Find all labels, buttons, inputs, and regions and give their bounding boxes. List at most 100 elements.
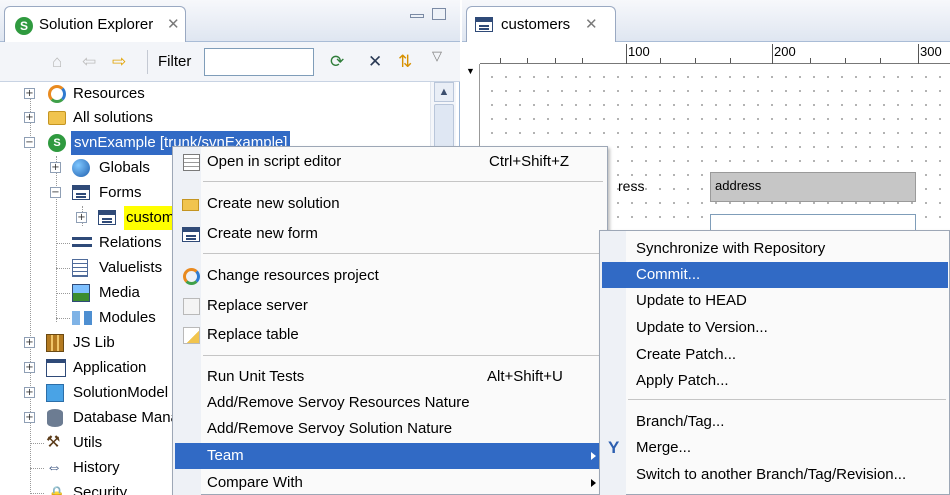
expand-icon[interactable]: +: [50, 162, 61, 173]
collapse-all-icon[interactable]: ✕: [368, 52, 382, 72]
servoy-solution-icon: S: [15, 17, 33, 35]
collapse-icon[interactable]: −: [24, 137, 35, 148]
menu-item-compare-with[interactable]: Compare With: [175, 470, 605, 495]
expand-icon[interactable]: +: [24, 88, 35, 99]
menu-item-label: Add/Remove Servoy Resources Nature: [207, 394, 470, 411]
menu-item-servoy-solution-nature[interactable]: Add/Remove Servoy Solution Nature: [175, 416, 605, 442]
tree-label: Globals: [99, 159, 150, 176]
tab-solution-explorer[interactable]: S Solution Explorer ✕: [4, 6, 186, 42]
close-icon[interactable]: ✕: [585, 15, 598, 33]
tree-label: JS Lib: [73, 334, 115, 351]
ruler-tick: [730, 58, 731, 63]
tree-guide: [56, 318, 70, 319]
resources-icon: [48, 85, 66, 103]
tree-item-resources[interactable]: + Resources: [0, 82, 430, 106]
ruler-tick: [555, 58, 556, 63]
expand-icon[interactable]: +: [24, 337, 35, 348]
table-icon: [183, 327, 200, 344]
tree-item-all-solutions[interactable]: + All solutions: [0, 106, 430, 130]
menu-item-servoy-resources-nature[interactable]: Add/Remove Servoy Resources Nature: [175, 390, 605, 416]
menu-item-create-new-solution[interactable]: Create new solution: [175, 191, 605, 217]
menu-item-label: Apply Patch...: [636, 372, 729, 389]
home-icon[interactable]: ⌂: [52, 52, 62, 72]
submenu-arrow-icon: [591, 479, 596, 487]
script-editor-icon: [183, 154, 200, 171]
minimize-icon[interactable]: [410, 14, 424, 18]
menu-separator: [203, 181, 603, 182]
lock-icon: 🔒: [48, 485, 66, 495]
menu-item-open-script-editor[interactable]: Open in script editor Ctrl+Shift+Z: [175, 149, 605, 175]
tree-guide: [30, 443, 44, 444]
expand-icon[interactable]: +: [24, 112, 35, 123]
menu-item-update-to-head[interactable]: Update to HEAD: [602, 288, 948, 314]
tree-label: History: [73, 459, 120, 476]
menu-item-label: Branch/Tag...: [636, 413, 725, 430]
menu-item-apply-patch[interactable]: Apply Patch...: [602, 368, 948, 394]
modules-icon: [72, 311, 92, 325]
expand-icon[interactable]: +: [24, 412, 35, 423]
menu-item-label: Create Patch...: [636, 346, 737, 363]
menu-item-shortcut: Alt+Shift+U: [487, 368, 563, 385]
tab-customers[interactable]: customers ✕: [466, 6, 616, 42]
valuelist-icon: [72, 259, 88, 277]
menu-item-synchronize[interactable]: Synchronize with Repository: [602, 236, 948, 262]
close-icon[interactable]: ✕: [167, 15, 180, 33]
menu-separator: [203, 253, 603, 254]
menu-item-change-resources-project[interactable]: Change resources project: [175, 263, 605, 289]
folder-open-icon: [182, 199, 199, 211]
menu-item-replace-server[interactable]: Replace server: [175, 293, 605, 319]
menu-separator: [203, 355, 603, 356]
application-icon: [46, 359, 66, 377]
view-menu-icon[interactable]: ▽: [432, 48, 442, 64]
tools-icon: ⚒: [46, 434, 61, 451]
tree-guide: [56, 268, 70, 269]
sync-icon[interactable]: ⟳: [330, 52, 344, 72]
link-editor-icon[interactable]: ⇅: [398, 52, 412, 72]
menu-item-run-unit-tests[interactable]: Run Unit Tests Alt+Shift+U: [175, 364, 605, 390]
expand-icon[interactable]: +: [24, 362, 35, 373]
explorer-toolbar: ⌂ ⇦ ⇨ Filter ⟳ ✕ ⇅ ▽: [0, 42, 460, 82]
menu-item-update-to-version[interactable]: Update to Version...: [602, 315, 948, 341]
menu-item-create-patch[interactable]: Create Patch...: [602, 342, 948, 368]
menu-item-label: Change resources project: [207, 267, 379, 284]
expand-icon[interactable]: +: [76, 212, 87, 223]
history-icon: ⇔: [46, 459, 62, 476]
forms-icon: [72, 185, 90, 200]
ruler-tick: [660, 58, 661, 63]
menu-item-team[interactable]: Team: [175, 443, 605, 469]
library-icon: [46, 334, 64, 352]
filter-input[interactable]: [204, 48, 314, 76]
menu-item-label: Merge...: [636, 439, 692, 456]
menu-item-merge[interactable]: Y Merge...: [602, 435, 948, 461]
submenu-arrow-icon: [591, 452, 596, 460]
back-icon[interactable]: ⇦: [82, 52, 96, 72]
menu-item-label: Run Unit Tests: [207, 368, 305, 385]
ruler-tick: [845, 58, 846, 63]
menu-item-label: Switch to another Branch/Tag/Revision...: [636, 466, 907, 483]
server-icon: [183, 298, 200, 315]
menu-item-replace-table[interactable]: Replace table: [175, 322, 605, 348]
tree-label: Security: [73, 484, 128, 495]
ruler-label: 100: [628, 44, 650, 59]
forward-icon[interactable]: ⇨: [112, 52, 126, 72]
menu-item-branch-tag[interactable]: Branch/Tag...: [602, 409, 948, 435]
menu-item-label: Compare With: [207, 474, 303, 491]
expand-icon[interactable]: +: [24, 387, 35, 398]
ruler-label: 300: [920, 44, 942, 59]
folder-icon: [48, 111, 66, 125]
collapse-icon[interactable]: −: [50, 187, 61, 198]
tree-guide: [30, 468, 44, 469]
scroll-up-icon[interactable]: ▲: [434, 82, 454, 102]
media-icon: [72, 284, 90, 302]
field-label[interactable]: ress: [618, 178, 644, 194]
menu-item-commit[interactable]: Commit...: [602, 262, 948, 288]
menu-item-create-new-form[interactable]: Create new form: [175, 221, 605, 247]
address-field[interactable]: address: [710, 172, 916, 202]
form-icon: [475, 17, 493, 32]
menu-item-label: Replace table: [207, 326, 299, 343]
tree-label: Relations: [99, 234, 162, 251]
ruler-tick: [626, 44, 627, 64]
menu-item-switch-branch[interactable]: Switch to another Branch/Tag/Revision...: [602, 462, 948, 488]
maximize-icon[interactable]: [432, 8, 446, 20]
menu-item-label: Synchronize with Repository: [636, 240, 826, 257]
